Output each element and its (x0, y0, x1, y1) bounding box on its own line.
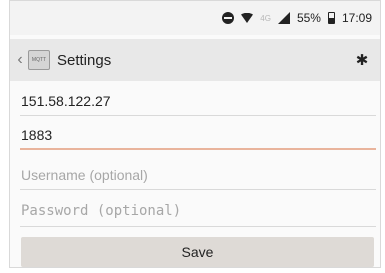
status-bar: 4G 55% 17:09 (10, 1, 380, 35)
port-input[interactable] (20, 122, 376, 148)
signal-icon (277, 12, 290, 24)
wifi-icon (241, 12, 254, 24)
app-icon[interactable]: MQTT (28, 50, 50, 70)
username-input[interactable] (20, 162, 376, 188)
star-menu-icon[interactable]: ✱ (352, 51, 372, 69)
battery-icon (327, 12, 335, 24)
back-icon[interactable]: ‹ (13, 51, 27, 69)
network-type-label: 4G (260, 13, 271, 23)
action-bar: ‹ MQTT Settings ✱ (10, 39, 380, 81)
phone-screen: 4G 55% 17:09 ‹ MQTT Settings ✱ Save (9, 0, 381, 268)
password-input[interactable] (20, 198, 376, 224)
do-not-disturb-icon (222, 12, 235, 24)
username-input-underline (20, 189, 376, 190)
page-title: Settings (57, 51, 112, 69)
host-input-underline (20, 115, 376, 116)
host-input[interactable] (20, 88, 376, 114)
save-button[interactable]: Save (21, 237, 374, 267)
battery-percent: 55% (296, 11, 321, 25)
port-input-focus-underline (20, 148, 376, 150)
password-input-underline (20, 226, 376, 227)
clock: 17:09 (341, 11, 372, 25)
